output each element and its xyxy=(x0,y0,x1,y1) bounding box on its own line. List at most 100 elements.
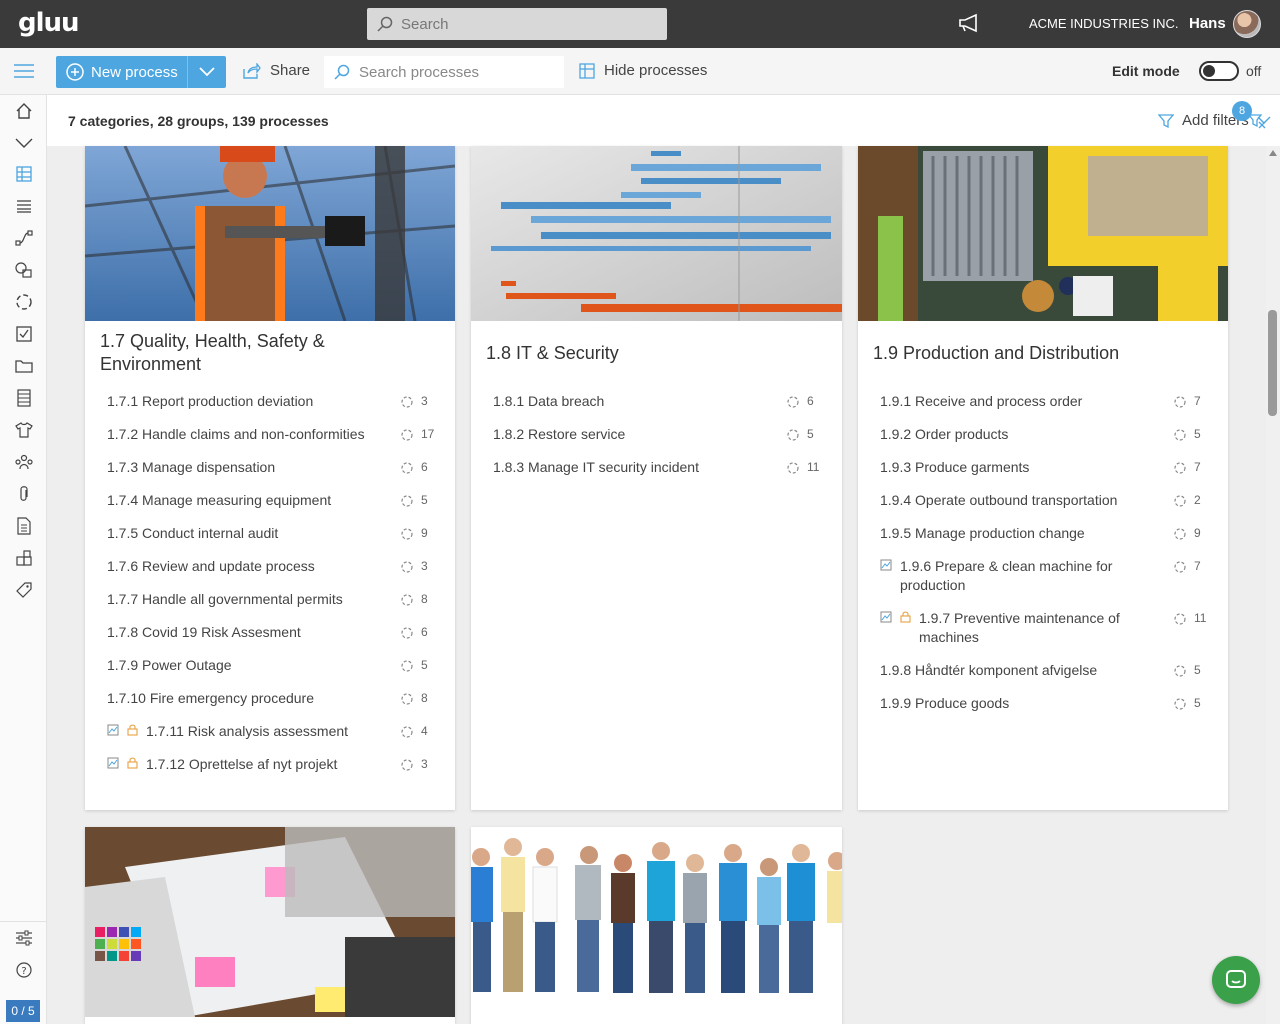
process-cycle-icon xyxy=(401,560,413,573)
process-count-value: 6 xyxy=(421,460,428,474)
chevron-down-icon xyxy=(199,67,215,77)
process-item[interactable]: 1.9.7 Preventive maintenance of machines 1… xyxy=(880,609,1215,647)
avatar[interactable] xyxy=(1233,10,1261,38)
process-status-icons xyxy=(107,757,138,769)
process-text: 1.9.7 Preventive maintenance of machines xyxy=(919,609,1120,647)
process-item[interactable]: 1.8.3 Manage IT security incident 11 xyxy=(493,458,828,477)
org-icon[interactable] xyxy=(14,452,34,472)
help-icon[interactable]: ? xyxy=(14,960,34,980)
process-item[interactable]: 1.9.5 Manage production change 9 xyxy=(880,524,1215,543)
process-item[interactable]: 1.7.6 Review and update process 3 xyxy=(107,557,442,576)
process-text: 1.8.1 Data breach xyxy=(493,392,604,411)
process-count-value: 3 xyxy=(421,394,428,408)
process-label-line2: production xyxy=(900,577,966,593)
process-item[interactable]: 1.7.5 Conduct internal audit 9 xyxy=(107,524,442,543)
process-item[interactable]: 1.9.2 Order products 5 xyxy=(880,425,1215,444)
grid-icon[interactable] xyxy=(14,164,34,184)
tag-icon[interactable] xyxy=(14,580,34,600)
server-icon[interactable] xyxy=(14,388,34,408)
process-item[interactable]: 1.8.1 Data breach 6 xyxy=(493,392,828,411)
category-card-design[interactable] xyxy=(85,827,455,1024)
new-process-button[interactable]: New process xyxy=(56,56,226,88)
checkbox-icon[interactable] xyxy=(14,324,34,344)
top-bar: gluu Search ACME INDUSTRIES INC. Hans xyxy=(0,0,1280,48)
new-process-main[interactable]: New process xyxy=(56,56,188,88)
process-count: 3 xyxy=(401,557,428,576)
process-label: 1.7.12 Oprettelse af nyt projekt xyxy=(146,756,338,772)
process-label: 1.9.5 Manage production change xyxy=(880,525,1085,541)
process-item[interactable]: 1.9.8 Håndtér komponent afvigelse 5 xyxy=(880,661,1215,680)
folder-icon[interactable] xyxy=(14,356,34,376)
lock-icon xyxy=(127,724,138,736)
gluu-logo[interactable]: gluu xyxy=(18,8,80,38)
process-cycle-icon xyxy=(1174,560,1186,573)
search-processes-placeholder: Search processes xyxy=(359,63,480,81)
scrollbar-thumb[interactable] xyxy=(1268,310,1277,416)
process-text: 1.8.3 Manage IT security incident xyxy=(493,458,699,477)
flow-icon[interactable] xyxy=(14,228,34,248)
search-processes-input[interactable]: Search processes xyxy=(324,56,564,88)
cycle-icon[interactable] xyxy=(14,292,34,312)
company-name[interactable]: ACME INDUSTRIES INC. xyxy=(1029,16,1179,31)
user-name[interactable]: Hans xyxy=(1189,15,1226,32)
process-cycle-icon xyxy=(401,626,413,639)
process-item[interactable]: 1.9.1 Receive and process order 7 xyxy=(880,392,1215,411)
scroll-up-arrow[interactable] xyxy=(1269,150,1277,156)
widgets-icon[interactable] xyxy=(14,548,34,568)
category-card-it-security[interactable]: 1.8 IT & Security 1.8.1 Data breach 6 1.8.… xyxy=(471,146,842,810)
edit-mode-toggle[interactable] xyxy=(1199,61,1239,81)
chevron-down-icon[interactable] xyxy=(14,133,34,153)
process-item[interactable]: 1.9.4 Operate outbound transportation 2 xyxy=(880,491,1215,510)
shapes-icon[interactable] xyxy=(14,260,34,280)
process-label: 1.9.4 Operate outbound transportation xyxy=(880,492,1118,508)
process-item[interactable]: 1.9.3 Produce garments 7 xyxy=(880,458,1215,477)
process-count-value: 8 xyxy=(421,592,428,606)
process-item[interactable]: 1.7.3 Manage dispensation 6 xyxy=(107,458,442,477)
process-text: 1.7.5 Conduct internal audit xyxy=(107,524,278,543)
document-icon[interactable] xyxy=(14,516,34,536)
scrollbar-track[interactable] xyxy=(1266,146,1280,1024)
process-label: 1.7.8 Covid 19 Risk Assesment xyxy=(107,624,301,640)
process-item[interactable]: 1.7.9 Power Outage 5 xyxy=(107,656,442,675)
process-item[interactable]: 1.7.7 Handle all governmental permits 8 xyxy=(107,590,442,609)
process-item[interactable]: 1.7.4 Manage measuring equipment 5 xyxy=(107,491,442,510)
category-title[interactable]: 1.9 Production and Distribution xyxy=(873,342,1119,365)
category-card-people[interactable] xyxy=(471,827,842,1024)
process-count: 5 xyxy=(401,656,428,675)
process-item[interactable]: 1.7.1 Report production deviation 3 xyxy=(107,392,442,411)
global-search-input[interactable]: Search xyxy=(367,8,667,40)
home-icon[interactable] xyxy=(14,101,34,121)
process-item[interactable]: 1.7.10 Fire emergency procedure 8 xyxy=(107,689,442,708)
category-title[interactable]: 1.7 Quality, Health, Safety & Environmen… xyxy=(100,330,325,376)
card-image-people xyxy=(471,827,842,1017)
process-item[interactable]: 1.8.2 Restore service 5 xyxy=(493,425,828,444)
new-process-dropdown[interactable] xyxy=(188,67,226,77)
shirt-icon[interactable] xyxy=(14,420,34,440)
process-cycle-icon xyxy=(401,428,413,441)
process-item[interactable]: 1.7.2 Handle claims and non-conformities… xyxy=(107,425,442,444)
hamburger-menu-icon[interactable] xyxy=(14,64,34,78)
hide-processes-button[interactable]: Hide processes xyxy=(579,62,707,79)
process-item[interactable]: 1.7.12 Oprettelse af nyt projekt 3 xyxy=(107,755,442,774)
process-label-line2: machines xyxy=(919,629,979,645)
process-item[interactable]: 1.7.8 Covid 19 Risk Assesment 6 xyxy=(107,623,442,642)
sliders-icon[interactable] xyxy=(14,928,34,948)
category-card-production[interactable]: 1.9 Production and Distribution 1.9.1 Re… xyxy=(858,146,1228,810)
process-text: 1.7.12 Oprettelse af nyt projekt xyxy=(146,755,337,774)
process-label-line1: 1.9.7 Preventive maintenance of xyxy=(919,610,1120,626)
category-card-quality[interactable]: 1.7 Quality, Health, Safety & Environmen… xyxy=(85,146,455,810)
process-item[interactable]: 1.7.11 Risk analysis assessment 4 xyxy=(107,722,442,741)
category-title[interactable]: 1.8 IT & Security xyxy=(486,342,619,365)
paperclip-icon[interactable] xyxy=(14,484,34,504)
chat-button[interactable] xyxy=(1212,956,1260,1004)
process-item[interactable]: 1.9.6 Prepare & clean machine for product… xyxy=(880,557,1215,595)
process-item[interactable]: 1.9.9 Produce goods 5 xyxy=(880,694,1215,713)
process-count-value: 11 xyxy=(1194,611,1207,625)
edit-mode-state: off xyxy=(1246,63,1262,79)
process-text: 1.7.3 Manage dispensation xyxy=(107,458,275,477)
list-icon[interactable] xyxy=(14,196,34,216)
page-counter[interactable]: 0 / 5 xyxy=(6,1000,40,1022)
megaphone-icon[interactable] xyxy=(958,13,982,33)
share-button[interactable]: Share xyxy=(243,62,310,79)
process-label: 1.7.4 Manage measuring equipment xyxy=(107,492,332,508)
